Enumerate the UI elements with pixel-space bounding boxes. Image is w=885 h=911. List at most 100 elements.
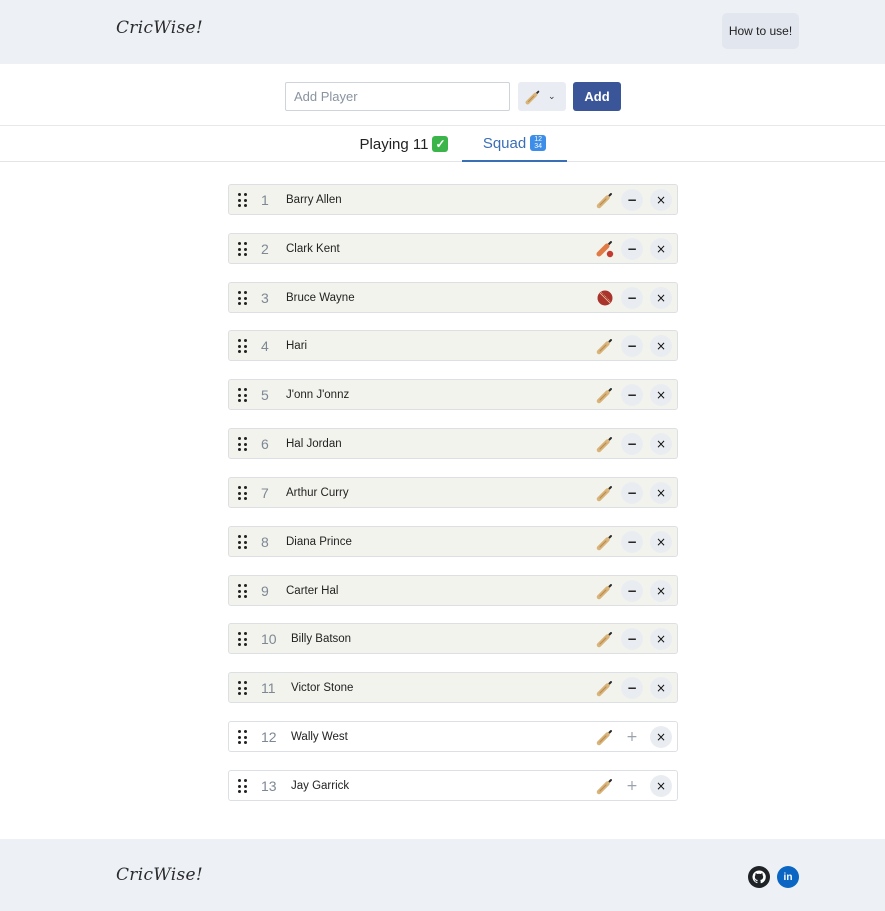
remove-from-playing-button[interactable]: − (621, 628, 643, 650)
tab-label: Squad (482, 134, 527, 152)
player-row[interactable]: 1 Barry Allen − × (228, 184, 678, 215)
drag-handle-icon[interactable] (238, 681, 248, 695)
drag-handle-icon[interactable] (238, 193, 248, 207)
check-mark-icon: ✓ (432, 136, 449, 152)
player-index: 7 (261, 484, 269, 501)
delete-player-button[interactable]: × (650, 287, 672, 309)
tab-playing-11[interactable]: Playing 11 ✓ (346, 126, 462, 162)
bat-icon (596, 632, 612, 648)
player-name: Arthur Curry (286, 486, 349, 499)
delete-player-button[interactable]: × (650, 189, 672, 211)
remove-from-playing-button[interactable]: − (621, 189, 643, 211)
delete-player-button[interactable]: × (650, 238, 672, 260)
bat-icon (596, 388, 612, 404)
player-name: Clark Kent (286, 242, 340, 255)
player-row[interactable]: 4 Hari − × (228, 330, 678, 361)
footer: CricWise! in (0, 839, 885, 911)
player-index: 13 (261, 777, 277, 794)
numbers-icon: 12 34 (530, 135, 547, 151)
drag-handle-icon[interactable] (238, 535, 248, 549)
player-name: Carter Hal (286, 584, 339, 597)
add-player-input[interactable] (285, 82, 510, 111)
player-index: 2 (261, 240, 269, 257)
role-select[interactable]: ⌄ (518, 82, 566, 111)
remove-from-playing-button[interactable]: − (621, 482, 643, 504)
player-index: 12 (261, 728, 277, 745)
player-row[interactable]: 12 Wally West + × (228, 721, 678, 752)
add-player-bar: ⌄ Add (0, 64, 885, 126)
player-row[interactable]: 9 Carter Hal − × (228, 575, 678, 606)
bat-icon (596, 584, 612, 600)
player-name: Billy Batson (291, 632, 352, 645)
remove-from-playing-button[interactable]: − (621, 335, 643, 357)
player-name: Jay Garrick (291, 779, 350, 792)
add-to-playing-button[interactable]: + (621, 775, 643, 797)
delete-player-button[interactable]: × (650, 482, 672, 504)
player-name: Hal Jordan (286, 437, 342, 450)
header: CricWise! How to use! (0, 0, 885, 64)
remove-from-playing-button[interactable]: − (621, 238, 643, 260)
bat-icon (596, 437, 612, 453)
tab-squad[interactable]: Squad 12 34 (462, 126, 567, 162)
remove-from-playing-button[interactable]: − (621, 287, 643, 309)
github-icon[interactable] (748, 866, 770, 888)
github-icon (752, 870, 766, 884)
add-player-button[interactable]: Add (573, 82, 621, 111)
drag-handle-icon[interactable] (238, 437, 248, 451)
bat-icon (596, 681, 612, 697)
drag-handle-icon[interactable] (238, 339, 248, 353)
delete-player-button[interactable]: × (650, 335, 672, 357)
drag-handle-icon[interactable] (238, 632, 248, 646)
player-row[interactable]: 13 Jay Garrick + × (228, 770, 678, 801)
player-name: Barry Allen (286, 193, 342, 206)
drag-handle-icon[interactable] (238, 388, 248, 402)
remove-from-playing-button[interactable]: − (621, 384, 643, 406)
bat-icon (596, 486, 612, 502)
player-index: 10 (261, 630, 277, 647)
delete-player-button[interactable]: × (650, 580, 672, 602)
drag-handle-icon[interactable] (238, 291, 248, 305)
player-row[interactable]: 8 Diana Prince − × (228, 526, 678, 557)
delete-player-button[interactable]: × (650, 628, 672, 650)
player-index: 6 (261, 435, 269, 452)
player-row[interactable]: 11 Victor Stone − × (228, 672, 678, 703)
remove-from-playing-button[interactable]: − (621, 677, 643, 699)
delete-player-button[interactable]: × (650, 775, 672, 797)
player-index: 9 (261, 582, 269, 599)
delete-player-button[interactable]: × (650, 531, 672, 553)
delete-player-button[interactable]: × (650, 433, 672, 455)
player-name: J'onn J'onnz (286, 388, 350, 401)
player-row[interactable]: 3 Bruce Wayne − × (228, 282, 678, 313)
how-to-use-button[interactable]: How to use! (722, 13, 799, 49)
remove-from-playing-button[interactable]: − (621, 531, 643, 553)
player-row[interactable]: 2 Clark Kent − × (228, 233, 678, 264)
drag-handle-icon[interactable] (238, 730, 248, 744)
bat-icon (596, 779, 612, 795)
add-to-playing-button[interactable]: + (621, 726, 643, 748)
drag-handle-icon[interactable] (238, 584, 248, 598)
player-row[interactable]: 10 Billy Batson − × (228, 623, 678, 654)
bat-icon (596, 730, 612, 746)
drag-handle-icon[interactable] (238, 242, 248, 256)
drag-handle-icon[interactable] (238, 486, 248, 500)
player-name: Diana Prince (286, 535, 352, 548)
player-row[interactable]: 6 Hal Jordan − × (228, 428, 678, 459)
player-name: Victor Stone (291, 681, 354, 694)
bat-icon (596, 535, 612, 551)
linkedin-icon[interactable]: in (777, 866, 799, 888)
drag-handle-icon[interactable] (238, 779, 248, 793)
delete-player-button[interactable]: × (650, 384, 672, 406)
player-index: 1 (261, 191, 269, 208)
player-index: 11 (261, 679, 276, 696)
player-row[interactable]: 7 Arthur Curry − × (228, 477, 678, 508)
bat-icon (525, 90, 540, 104)
delete-player-button[interactable]: × (650, 726, 672, 748)
app-logo[interactable]: CricWise! (116, 18, 203, 38)
ball-icon (597, 290, 613, 306)
player-name: Hari (286, 339, 308, 352)
delete-player-button[interactable]: × (650, 677, 672, 699)
remove-from-playing-button[interactable]: − (621, 580, 643, 602)
remove-from-playing-button[interactable]: − (621, 433, 643, 455)
player-row[interactable]: 5 J'onn J'onnz − × (228, 379, 678, 410)
player-name: Wally West (291, 730, 348, 743)
